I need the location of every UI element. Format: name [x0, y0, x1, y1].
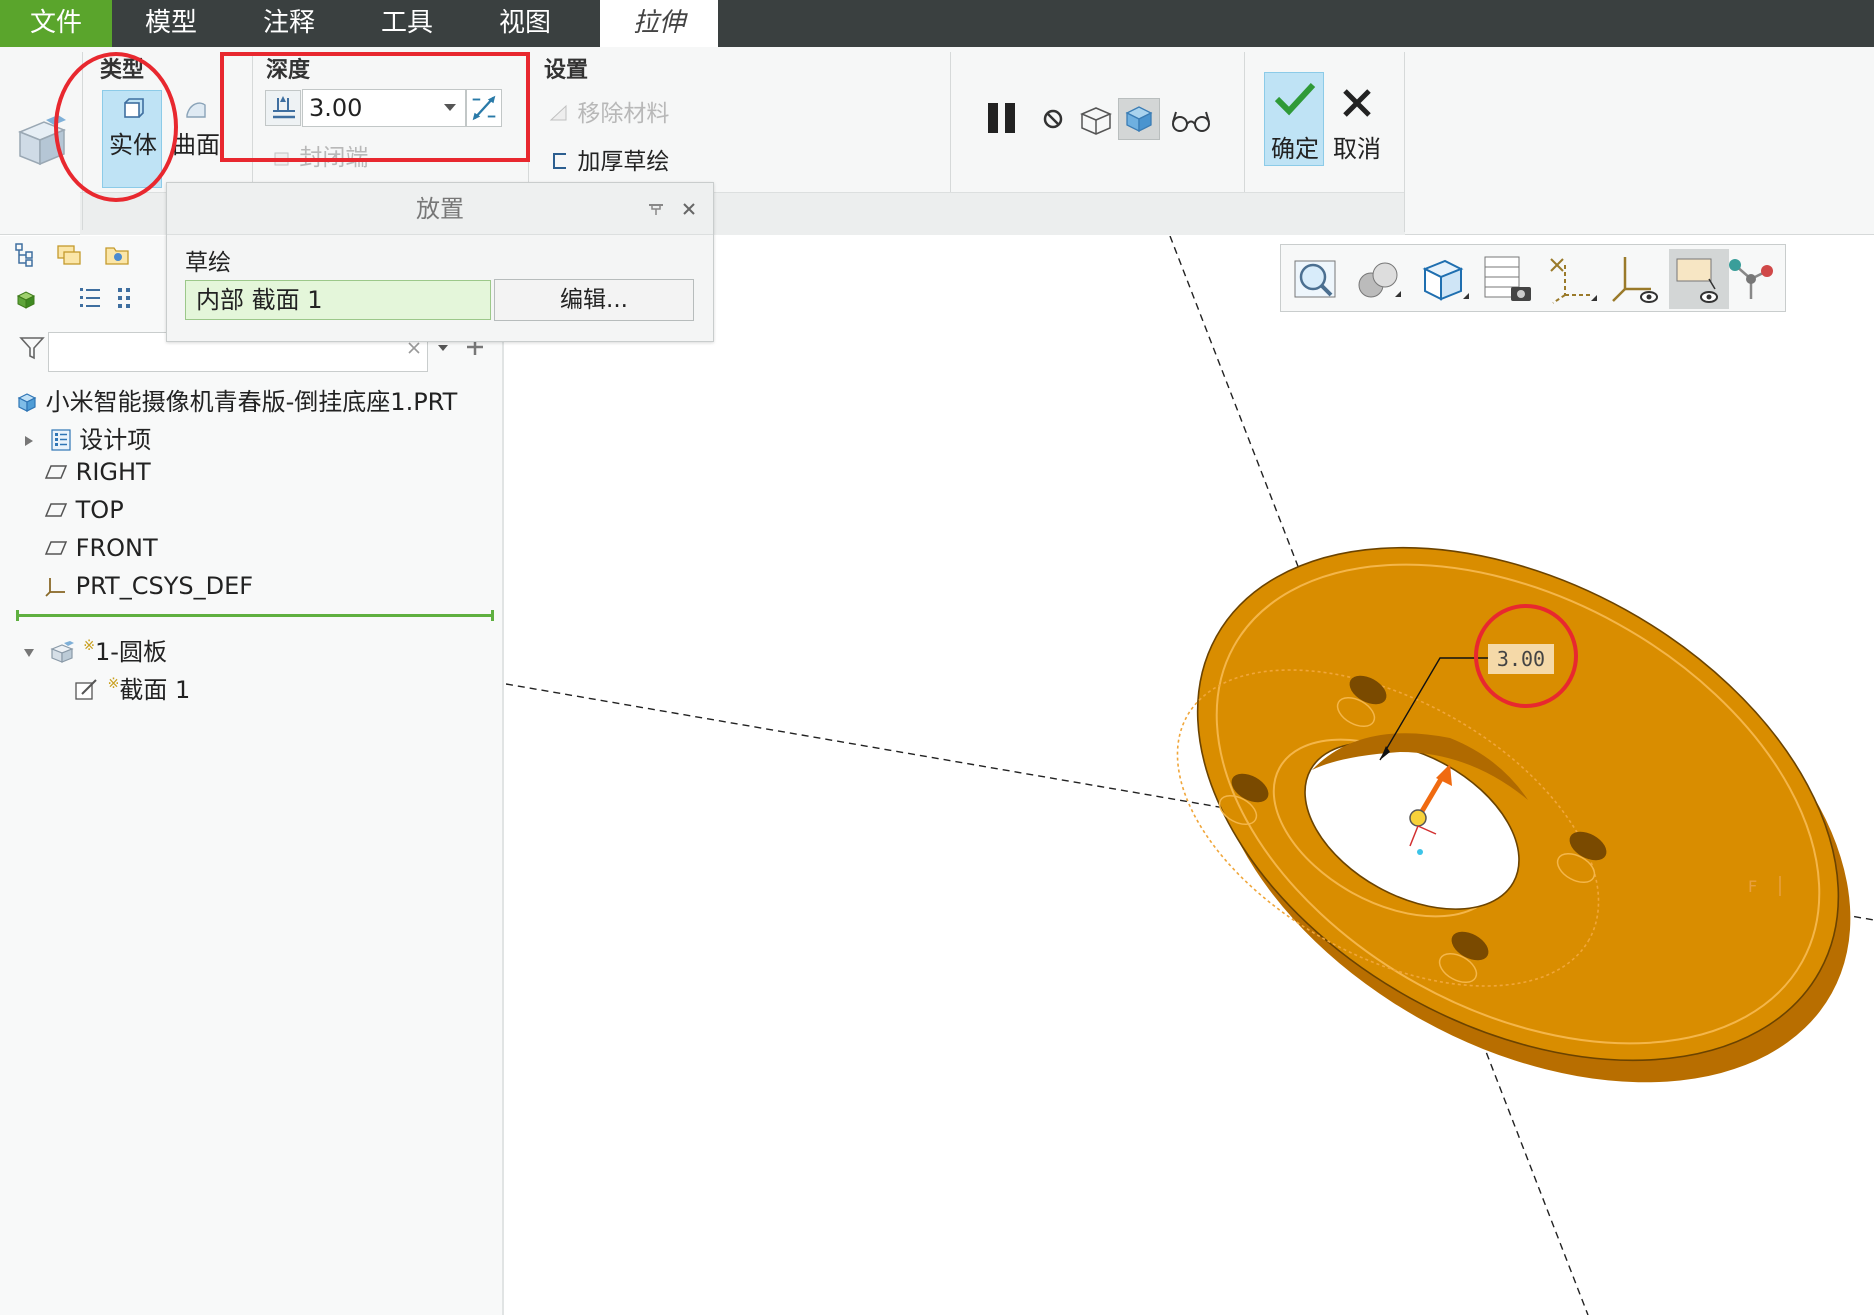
search-options-dropdown-icon[interactable]	[436, 342, 450, 354]
tree-section-label: 截面 1	[119, 676, 191, 704]
feature-preview-icon	[1125, 106, 1153, 133]
zoom-refit-icon[interactable]	[1285, 249, 1345, 309]
drag-handle[interactable]	[1409, 809, 1427, 827]
tree-item-top[interactable]: TOP	[44, 496, 124, 524]
surface-icon	[186, 102, 206, 118]
tab-model[interactable]: 模型	[112, 0, 230, 47]
ribbon-tab-bar: 文件 模型 注释 工具 视图 拉伸	[0, 0, 1874, 47]
remove-material-icon	[549, 104, 567, 121]
edit-sketch-button[interactable]: 编辑...	[494, 279, 694, 321]
tree-item-label: FRONT	[75, 534, 158, 562]
ok-label: 确定	[1271, 135, 1319, 163]
new-section-marker: ※	[107, 676, 120, 692]
graphics-toolbar	[1280, 244, 1786, 312]
pin-icon[interactable]	[647, 201, 665, 217]
datum-plane-icon	[44, 541, 68, 555]
collapse-arrow-icon[interactable]	[22, 646, 36, 660]
csys-icon	[45, 578, 65, 597]
tree-item-design-items[interactable]: 设计项	[22, 420, 151, 455]
feature-preview-toggle[interactable]	[1118, 98, 1160, 140]
tab-file[interactable]: 文件	[0, 0, 112, 47]
tree-item-feature-extrude[interactable]: ※1-圆板	[22, 632, 167, 667]
tree-item-label: RIGHT	[75, 458, 151, 486]
saved-orientations-icon[interactable]	[1413, 249, 1473, 309]
tab-tools[interactable]: 工具	[348, 0, 466, 47]
model-tree-tab-icon[interactable]	[14, 242, 36, 268]
tree-filter-columns-icon[interactable]	[116, 286, 136, 312]
folder-browser-tab-icon[interactable]	[104, 242, 132, 268]
checkmark-icon	[1274, 82, 1316, 116]
tab-annotate[interactable]: 注释	[230, 0, 348, 47]
pause-icon[interactable]	[984, 100, 1020, 136]
tree-item-front[interactable]: FRONT	[44, 534, 158, 562]
layer-tree-tab-icon[interactable]	[56, 242, 84, 268]
datum-plane-icon	[44, 465, 68, 479]
tree-item-label: 设计项	[79, 426, 152, 454]
thicken-sketch-option[interactable]: 加厚草绘	[550, 142, 669, 176]
ribbon-separator	[950, 52, 951, 192]
part-icon	[17, 393, 37, 412]
verify-mode-glasses-icon[interactable]	[1170, 108, 1212, 134]
tree-root-part[interactable]: 小米智能摄像机青春版-倒挂底座1.PRT	[16, 382, 457, 417]
edge-marker-label: F	[1748, 877, 1757, 896]
insert-here-indicator[interactable]	[16, 610, 494, 621]
annotation-display-icon[interactable]	[1605, 249, 1665, 309]
display-style-shading-icon[interactable]	[1349, 249, 1409, 309]
clear-search-icon[interactable]	[406, 340, 422, 356]
annotation-rect-depth	[220, 52, 530, 162]
expand-arrow-icon[interactable]	[22, 434, 36, 448]
remove-material-option[interactable]: 移除材料	[548, 94, 669, 128]
new-feature-marker: ※	[83, 638, 96, 654]
remove-material-label: 移除材料	[577, 101, 670, 127]
tree-item-label: PRT_CSYS_DEF	[75, 572, 254, 600]
close-panel-icon[interactable]	[681, 201, 697, 217]
thicken-sketch-icon	[553, 153, 566, 169]
display-style-icon[interactable]	[14, 288, 40, 310]
ribbon-separator	[1404, 52, 1405, 232]
cancel-button[interactable]: 取消	[1326, 72, 1386, 166]
spin-center-toggle[interactable]	[1669, 249, 1729, 309]
extrude-icon	[50, 641, 74, 663]
annotation-circle-type	[54, 52, 178, 202]
settings-group-label: 设置	[544, 58, 589, 83]
tree-item-section[interactable]: ※截面 1	[74, 670, 190, 705]
sketch-label: 草绘	[185, 250, 231, 276]
cancel-label: 取消	[1333, 135, 1381, 163]
annotation-circle-dimension	[1474, 604, 1578, 708]
sketch-icon	[75, 679, 97, 700]
view-manager-icon[interactable]	[1477, 249, 1537, 309]
ribbon-separator	[1244, 52, 1245, 192]
ok-button[interactable]: 确定	[1264, 72, 1324, 166]
sketch-collector-field[interactable]: 内部 截面 1	[185, 280, 491, 320]
filter-funnel-icon[interactable]	[18, 334, 46, 362]
axis-display-icon[interactable]	[1721, 249, 1781, 309]
tab-extrude[interactable]: 拉伸	[600, 0, 718, 47]
tree-item-prt-csys-def[interactable]: PRT_CSYS_DEF	[44, 572, 253, 600]
tab-view[interactable]: 视图	[466, 0, 584, 47]
placement-panel: 放置 草绘 内部 截面 1 编辑...	[166, 182, 714, 342]
thicken-sketch-label: 加厚草绘	[577, 149, 670, 175]
tree-root-label: 小米智能摄像机青春版-倒挂底座1.PRT	[45, 388, 458, 416]
spin-center-icon	[1676, 258, 1718, 303]
tree-feature-label: 1-圆板	[95, 638, 167, 666]
no-preview-icon[interactable]	[1042, 108, 1064, 130]
geometry-preview-icon[interactable]	[1078, 104, 1114, 136]
datum-plane-icon	[44, 503, 68, 517]
tree-item-label: TOP	[75, 496, 124, 524]
design-items-icon	[51, 429, 71, 451]
datum-display-filters-icon[interactable]	[1541, 249, 1601, 309]
graphics-window[interactable]: F	[506, 236, 1874, 1315]
placement-panel-title: 放置	[167, 183, 713, 235]
tree-settings-icon[interactable]	[78, 286, 102, 312]
close-icon	[1343, 89, 1371, 117]
tree-item-right[interactable]: RIGHT	[44, 458, 151, 486]
